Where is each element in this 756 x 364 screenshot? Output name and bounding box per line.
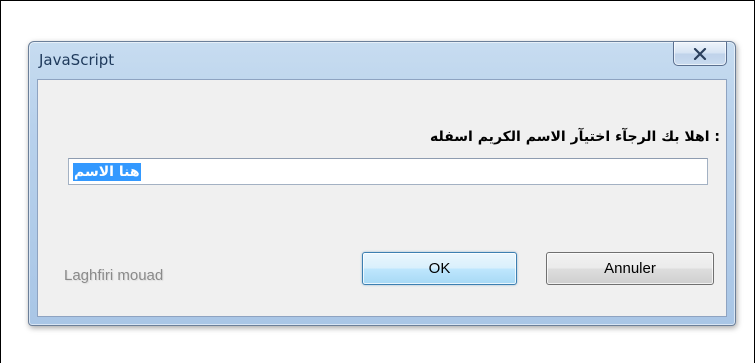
prompt-message: : اهلا بك الرجآء اختيآر الاسم الكريم اسف… (429, 129, 720, 145)
input-selected-text: هنا الاسم (73, 162, 141, 181)
close-x-icon (693, 47, 707, 60)
cancel-button[interactable]: Annuler (546, 252, 714, 285)
dialog-body: : اهلا بك الرجآء اختيآر الاسم الكريم اسف… (37, 79, 727, 317)
javascript-prompt-dialog: JavaScript : اهلا بك الرجآء اختيآر الاسم… (28, 41, 736, 326)
close-button[interactable] (673, 42, 727, 66)
name-input-field[interactable]: هنا الاسم (68, 158, 708, 185)
ok-button[interactable]: OK (362, 252, 517, 285)
author-watermark: Laghfiri mouad (64, 267, 164, 284)
title-bar[interactable]: JavaScript (29, 42, 735, 80)
window-title: JavaScript (39, 51, 115, 69)
